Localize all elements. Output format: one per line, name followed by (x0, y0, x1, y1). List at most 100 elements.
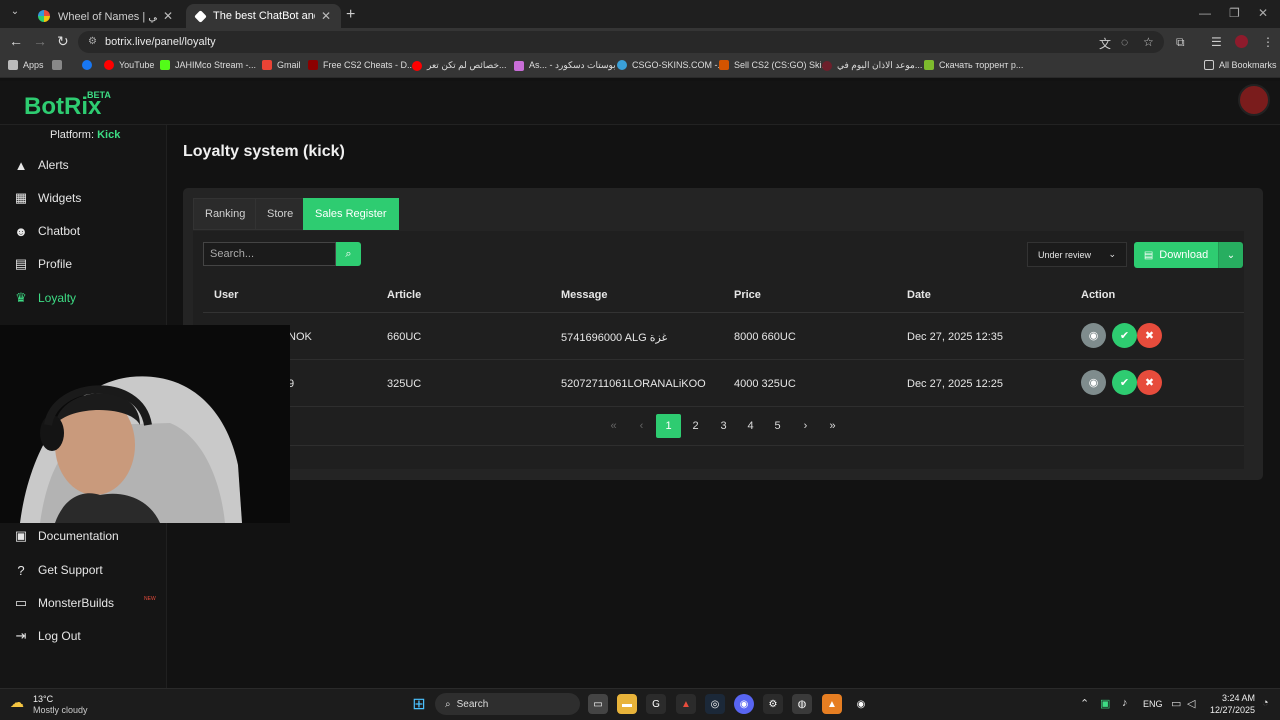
prev-page-icon[interactable]: ‹ (629, 414, 654, 438)
streamer-webcam-image (0, 325, 290, 523)
network-icon[interactable]: ▭ (1171, 697, 1181, 710)
clock-time[interactable]: 3:24 AM (1222, 693, 1255, 703)
maximize-icon[interactable]: ❐ (1229, 6, 1240, 20)
facebook-icon[interactable] (82, 60, 97, 70)
eye-off-icon[interactable]: ◌ (1121, 35, 1128, 49)
menu-kebab-icon[interactable]: ⋮ (1262, 35, 1274, 49)
profile-avatar-icon[interactable] (1235, 35, 1248, 48)
weather-cloud-icon[interactable]: ☁ (10, 694, 24, 711)
all-bookmarks[interactable]: All Bookmarks (1204, 60, 1277, 70)
sidebar-item-logout[interactable]: ⇥ Log Out (0, 621, 166, 651)
view-button[interactable]: ◉ (1081, 370, 1106, 395)
app-icon[interactable]: ⚙ (763, 694, 783, 714)
first-page-icon[interactable]: « (601, 414, 626, 438)
bookmark-apps[interactable]: Apps (8, 60, 44, 70)
bookmark-csgo-skins[interactable]: CSGO-SKINS.COM -... (617, 60, 725, 70)
download-dropdown-toggle[interactable]: ⌄ (1218, 242, 1243, 268)
steam-icon[interactable]: ◎ (705, 694, 725, 714)
extensions-icon[interactable]: ⧉ (1176, 35, 1185, 50)
reload-icon[interactable]: ↻ (57, 33, 69, 50)
approve-button[interactable]: ✔ (1112, 370, 1137, 395)
bookmark-youtube-arabic[interactable]: خصائص لم تكن تعر... (412, 60, 507, 71)
triangle-app-icon[interactable]: ▲ (676, 694, 696, 714)
minimize-icon[interactable]: — (1199, 6, 1211, 20)
discord-icon[interactable]: ◉ (734, 694, 754, 714)
notifications-bell-icon[interactable]: ◔ (1262, 697, 1269, 709)
approve-button[interactable]: ✔ (1112, 323, 1137, 348)
close-tab-icon[interactable]: ✕ (163, 9, 173, 23)
robot-icon: ☻ (14, 223, 28, 239)
next-page-icon[interactable]: › (793, 414, 818, 438)
tab-sales-register[interactable]: Sales Register (303, 198, 399, 230)
sidebar-item-documentation[interactable]: ▣ Documentation (0, 521, 166, 551)
bookmark-jahimco[interactable]: JAHIMco Stream -... (160, 60, 256, 70)
page-button-5[interactable]: 5 (765, 414, 790, 438)
weather-temperature[interactable]: 13°C (33, 694, 53, 704)
bookmark-star-icon[interactable]: ☆ (1143, 35, 1154, 49)
tray-app-icon[interactable]: ▣ (1100, 697, 1110, 710)
bookmark-torrent[interactable]: Скачать торрент р... (924, 60, 1023, 70)
sidebar-item-monsterbuilds[interactable]: ▭ MonsterBuilds (0, 588, 166, 618)
bookmark-gmail[interactable]: Gmail (262, 60, 301, 70)
bookmark-sell-cs2[interactable]: Sell CS2 (CS:GO) Ski... (719, 60, 829, 70)
page-button-2[interactable]: 2 (683, 414, 708, 438)
sidebar-item-profile[interactable]: ▤ Profile (0, 249, 166, 279)
language-indicator[interactable]: ENG (1143, 699, 1163, 709)
weather-description[interactable]: Mostly cloudy (33, 705, 88, 715)
bookmark-prayer-time[interactable]: موعد الاذان اليوم في... (822, 60, 922, 71)
sidebar-item-alerts[interactable]: ▲ Alerts (0, 150, 166, 180)
obs-icon[interactable]: ◉ (851, 694, 871, 714)
clock-date[interactable]: 12/27/2025 (1210, 705, 1255, 715)
file-explorer-icon[interactable]: ▬ (617, 694, 637, 714)
bookmark-youtube[interactable]: YouTube (104, 60, 154, 70)
bookmark-cs2-cheats[interactable]: Free CS2 Cheats - D... (308, 60, 415, 70)
reject-button[interactable]: ✖ (1137, 323, 1162, 348)
volume-icon[interactable]: ◁ (1187, 697, 1195, 710)
browser-tab-wheel-of-names[interactable]: Wheel of Names | سم العشوائي ✕ (28, 4, 183, 28)
tab-store[interactable]: Store (255, 198, 306, 230)
sidebar-item-get-support[interactable]: ? Get Support (0, 555, 166, 585)
search-button[interactable]: ⌕ (336, 242, 361, 266)
beta-badge: BETA (87, 90, 111, 100)
tab-favicon-icon (194, 9, 207, 23)
vlc-icon[interactable]: ▲ (822, 694, 842, 714)
user-avatar[interactable] (1238, 84, 1270, 116)
search-input[interactable] (203, 242, 336, 266)
browser-tab-botrix[interactable]: The best ChatBot and Widgets ✕ (186, 4, 341, 28)
sidebar-item-loyalty[interactable]: ♛ Loyalty (0, 283, 166, 313)
site-icon (719, 60, 729, 70)
sidebar-item-widgets[interactable]: ▦ Widgets (0, 183, 166, 213)
last-page-icon[interactable]: » (820, 414, 845, 438)
g-app-icon[interactable]: G (646, 694, 666, 714)
page-button-3[interactable]: 3 (711, 414, 736, 438)
download-button[interactable]: ▤ Download (1134, 242, 1218, 268)
status-filter-select[interactable]: Under review ⌄ (1027, 242, 1127, 267)
widgets-icon: ▦ (14, 190, 28, 205)
forward-icon[interactable]: → (33, 33, 47, 49)
translate-icon[interactable]: 文 (1099, 35, 1111, 52)
site-info-icon[interactable]: ⚙ (88, 36, 97, 47)
tab-ranking[interactable]: Ranking (193, 198, 258, 230)
new-tab-button[interactable]: + (346, 6, 355, 24)
task-view-icon[interactable]: ▭ (588, 694, 608, 714)
tab-search-icon[interactable]: ⌄ (6, 6, 24, 22)
taskbar-search[interactable]: ⌕ Search (435, 693, 580, 715)
sidebar-item-label: Get Support (38, 563, 103, 577)
microphone-icon[interactable]: ♪ (1122, 697, 1128, 709)
windows-start-icon[interactable]: ⊞ (409, 694, 429, 714)
page-button-1[interactable]: 1 (656, 414, 681, 438)
reading-list-icon[interactable]: ☰ (1211, 35, 1222, 49)
tray-chevron-up-icon[interactable]: ⌃ (1080, 697, 1089, 710)
close-window-icon[interactable]: ✕ (1258, 6, 1268, 20)
sidebar-item-chatbot[interactable]: ☻ Chatbot (0, 216, 166, 246)
close-tab-icon[interactable]: ✕ (321, 9, 331, 23)
bookmark-discord-posts[interactable]: As... - بوستات دسكورد (514, 60, 616, 71)
address-bar[interactable] (78, 31, 1164, 53)
page-button-4[interactable]: 4 (738, 414, 763, 438)
view-button[interactable]: ◉ (1081, 323, 1106, 348)
back-icon[interactable]: ← (9, 33, 23, 49)
chrome-icon[interactable]: ◍ (792, 694, 812, 714)
reject-button[interactable]: ✖ (1137, 370, 1162, 395)
grid-icon[interactable] (52, 60, 67, 70)
url-text[interactable]: botrix.live/panel/loyalty (105, 36, 216, 48)
